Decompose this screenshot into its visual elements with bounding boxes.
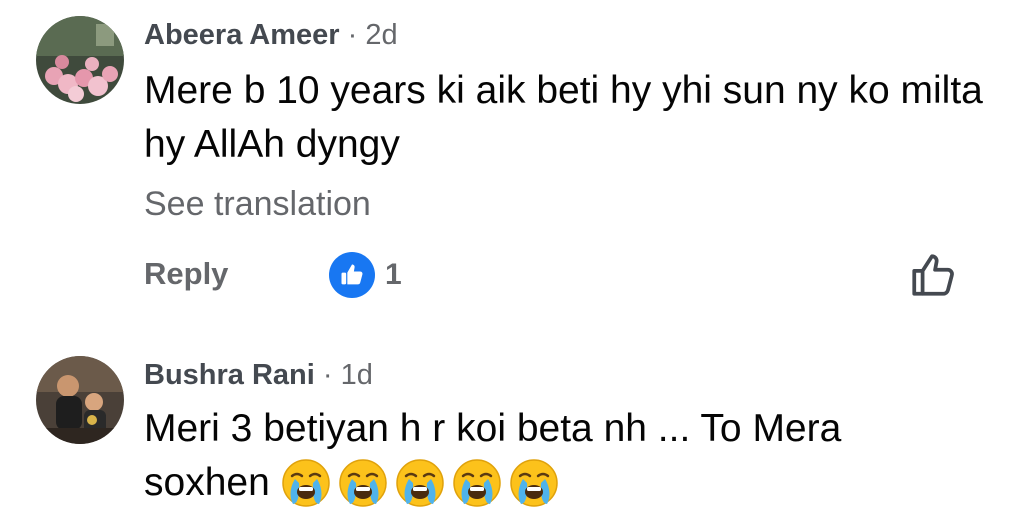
comment-text-line-2-text: soxhen [144, 461, 270, 504]
comment-text: Meri 3 betiyan h r koi beta nh ... To Me… [144, 402, 984, 510]
comment-header: Bushra Rani · 1d [144, 358, 373, 392]
emoji-group [280, 457, 560, 509]
loudly-crying-face-icon [453, 459, 501, 507]
comment-text-line-1: Meri 3 betiyan h r koi beta nh ... To Me… [144, 407, 842, 450]
author-name[interactable]: Bushra Rani [144, 359, 315, 391]
avatar-image [36, 356, 124, 444]
loudly-crying-face-icon [282, 459, 330, 507]
loudly-crying-face-icon [396, 459, 444, 507]
comment-2: Bushra Rani · 1d Meri 3 betiyan h r koi … [0, 0, 1024, 521]
separator-dot: · [322, 359, 333, 391]
comment-time[interactable]: 1d [341, 359, 373, 391]
loudly-crying-face-icon [510, 459, 558, 507]
avatar[interactable] [36, 356, 124, 444]
loudly-crying-face-icon [339, 459, 387, 507]
comment-text-line-2: soxhen [144, 456, 984, 510]
